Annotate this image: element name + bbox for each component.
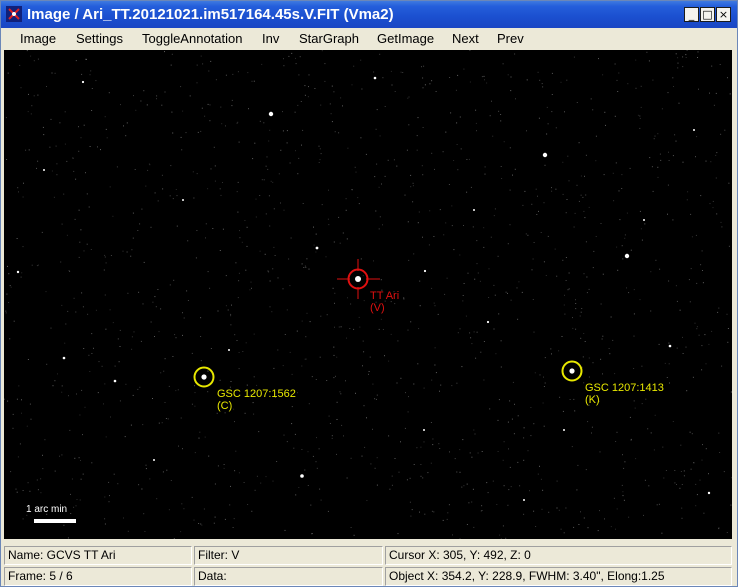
check-star-marker (561, 360, 583, 382)
star (707, 491, 711, 495)
star (473, 209, 475, 211)
comp-star-marker (193, 366, 215, 388)
status-cursor: Cursor X: 305, Y: 492, Z: 0 (385, 546, 732, 565)
star (43, 169, 45, 171)
star (643, 219, 645, 221)
star (373, 76, 377, 80)
star (624, 253, 630, 259)
star (153, 459, 155, 461)
close-button[interactable]: × (716, 7, 731, 22)
scale-bar (34, 519, 76, 523)
star (423, 429, 425, 431)
menu-inv[interactable]: Inv (262, 31, 279, 46)
minimize-button[interactable]: _ (684, 7, 699, 22)
menu-bar: Image Settings ToggleAnnotation Inv Star… (1, 28, 737, 50)
star (228, 349, 230, 351)
star (563, 429, 565, 431)
star (542, 152, 548, 158)
menu-image[interactable]: Image (20, 31, 56, 46)
menu-getimage[interactable]: GetImage (377, 31, 434, 46)
app-icon (6, 6, 22, 22)
check-star-type: (K) (585, 394, 600, 406)
star-field-overlay: TT Ari (V) GSC 1207:1562 (C) GSC 1207:14… (4, 50, 732, 539)
star (268, 111, 274, 117)
star (423, 269, 427, 273)
menu-prev[interactable]: Prev (497, 31, 524, 46)
menu-next[interactable]: Next (452, 31, 479, 46)
star (315, 246, 319, 250)
star (693, 129, 695, 131)
status-frame: Frame: 5 / 6 (4, 567, 192, 586)
menu-stargraph[interactable]: StarGraph (299, 31, 359, 46)
background-stars (16, 76, 711, 501)
window-title: Image / Ari_TT.20121021.im517164.45s.V.F… (27, 6, 394, 23)
scale-bar-label: 1 arc min (26, 504, 67, 515)
maximize-button[interactable]: □ (700, 7, 715, 22)
star (668, 344, 672, 348)
star (113, 379, 117, 383)
star (300, 474, 304, 478)
variable-star-name: TT Ari (370, 290, 399, 302)
check-star-name: GSC 1207:1413 (585, 382, 664, 394)
star (16, 270, 20, 274)
status-object: Object X: 354.2, Y: 228.9, FWHM: 3.40", … (385, 567, 732, 586)
star (81, 80, 85, 84)
status-data: Data: (194, 567, 383, 586)
status-name: Name: GCVS TT Ari (4, 546, 192, 565)
comp-star-name: GSC 1207:1562 (217, 388, 296, 400)
comp-star-type: (C) (217, 400, 232, 412)
star (523, 499, 525, 501)
image-window: Image / Ari_TT.20121021.im517164.45s.V.F… (0, 0, 738, 587)
noise-layer (4, 50, 732, 539)
status-filter: Filter: V (194, 546, 383, 565)
menu-settings[interactable]: Settings (76, 31, 123, 46)
title-bar[interactable]: Image / Ari_TT.20121021.im517164.45s.V.F… (1, 1, 737, 28)
star (486, 320, 490, 324)
star-field-image[interactable]: TT Ari (V) GSC 1207:1562 (C) GSC 1207:14… (4, 50, 732, 539)
star (62, 356, 66, 360)
variable-star-type: (V) (370, 302, 385, 314)
menu-toggle-annotation[interactable]: ToggleAnnotation (142, 31, 242, 46)
star (182, 199, 184, 201)
